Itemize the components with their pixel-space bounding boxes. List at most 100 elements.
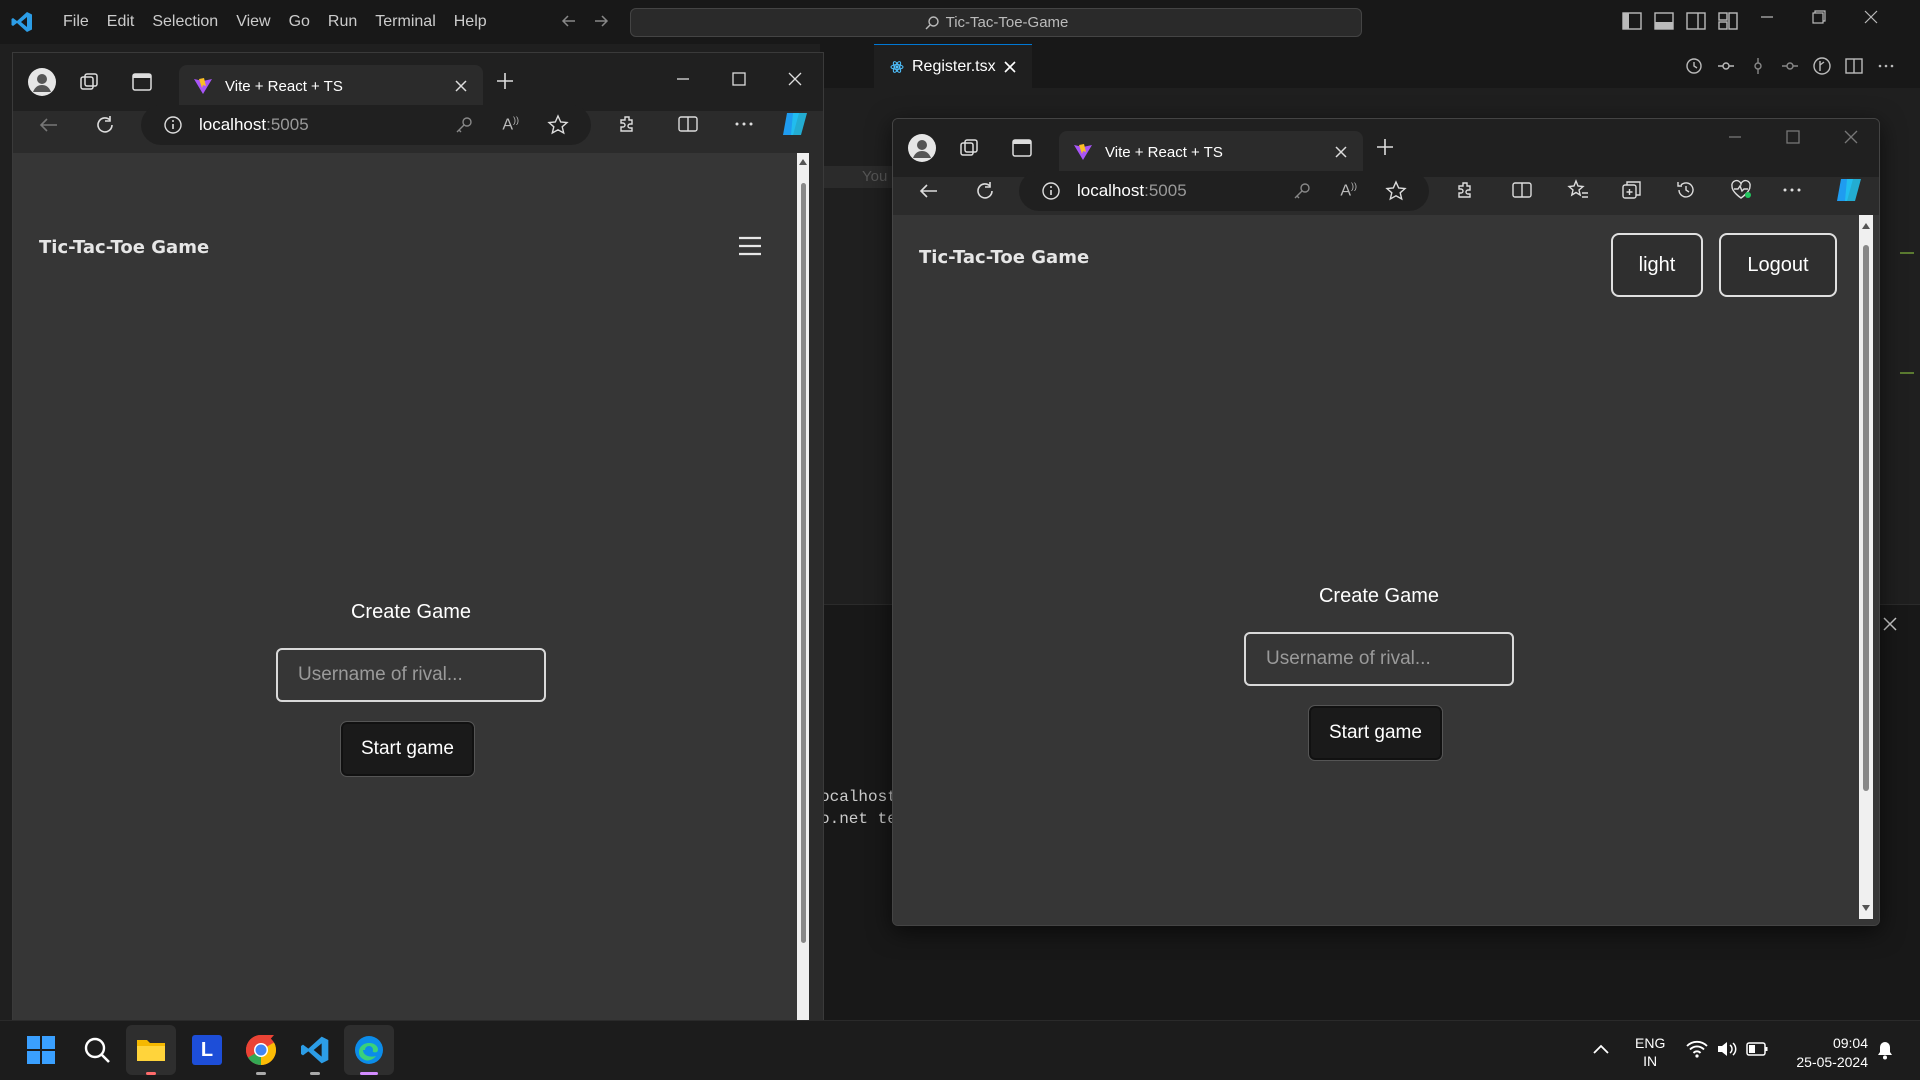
start-game-button[interactable]: Start game xyxy=(1308,705,1443,761)
workspaces-icon[interactable] xyxy=(959,137,981,159)
menu-go[interactable]: Go xyxy=(280,13,319,31)
password-key-icon[interactable] xyxy=(1292,181,1312,201)
back-icon[interactable] xyxy=(37,113,61,137)
maximize-icon[interactable] xyxy=(1785,129,1801,145)
tab-close-icon[interactable] xyxy=(1004,60,1016,73)
restore-icon[interactable] xyxy=(1812,10,1826,24)
scrollbar-thumb[interactable] xyxy=(801,183,806,943)
rival-username-input[interactable] xyxy=(1244,632,1514,686)
minimize-icon[interactable] xyxy=(675,71,691,87)
back-icon[interactable] xyxy=(917,179,941,203)
taskbar-chrome[interactable] xyxy=(236,1025,286,1075)
close-icon[interactable] xyxy=(1864,10,1878,24)
split-editor-icon[interactable] xyxy=(1844,56,1864,76)
menu-view[interactable]: View xyxy=(227,13,279,31)
editor-tab-register[interactable]: Register.tsx xyxy=(874,44,1032,88)
scroll-up-arrow-icon[interactable] xyxy=(798,157,808,167)
toggle-panel-icon[interactable] xyxy=(1654,12,1674,30)
favorite-star-icon[interactable] xyxy=(1385,180,1407,202)
battery-icon[interactable] xyxy=(1746,1042,1768,1056)
search-icon xyxy=(925,15,939,29)
logout-button[interactable]: Logout xyxy=(1719,233,1837,297)
menu-terminal[interactable]: Terminal xyxy=(366,13,444,31)
toggle-secondary-sidebar-icon[interactable] xyxy=(1686,12,1706,30)
wifi-icon[interactable] xyxy=(1686,1040,1708,1058)
workspaces-icon[interactable] xyxy=(79,71,101,93)
menu-selection[interactable]: Selection xyxy=(143,13,227,31)
tab-close-icon[interactable] xyxy=(455,80,467,92)
refresh-icon[interactable] xyxy=(973,179,997,203)
new-tab-icon[interactable] xyxy=(495,71,515,91)
start-game-button[interactable]: Start game xyxy=(340,721,475,777)
split-screen-icon[interactable] xyxy=(677,113,699,135)
menu-run[interactable]: Run xyxy=(319,13,366,31)
close-icon[interactable] xyxy=(1843,129,1859,145)
vite-favicon-icon xyxy=(194,78,212,94)
copilot-icon[interactable] xyxy=(779,109,811,139)
timeline-icon[interactable] xyxy=(1684,56,1704,76)
volume-icon[interactable] xyxy=(1716,1040,1738,1058)
minimize-icon[interactable] xyxy=(1760,10,1774,24)
vertical-tabs-icon[interactable] xyxy=(131,71,153,93)
close-icon[interactable] xyxy=(787,71,803,87)
password-key-icon[interactable] xyxy=(454,115,474,135)
minimize-icon[interactable] xyxy=(1727,129,1743,145)
show-hidden-icons-icon[interactable] xyxy=(1592,1042,1610,1056)
collections-icon[interactable] xyxy=(1621,179,1643,201)
address-bar[interactable]: localhost:5005 A)) xyxy=(1019,171,1429,211)
new-tab-icon[interactable] xyxy=(1375,137,1395,157)
split-screen-icon[interactable] xyxy=(1511,179,1533,201)
customize-layout-icon[interactable] xyxy=(1718,12,1738,30)
refresh-icon[interactable] xyxy=(93,113,117,137)
browser-essentials-icon[interactable] xyxy=(1729,179,1753,201)
scroll-down-arrow-icon[interactable] xyxy=(1861,903,1871,913)
back-arrow-icon[interactable] xyxy=(560,12,578,30)
browser-tab-active[interactable]: Vite + React + TS xyxy=(1059,131,1363,173)
system-clock[interactable]: 09:04 25-05-2024 xyxy=(1780,1034,1868,1072)
language-indicator[interactable]: ENG IN xyxy=(1635,1034,1665,1070)
site-info-icon[interactable] xyxy=(1041,181,1061,201)
site-info-icon[interactable] xyxy=(163,115,183,135)
notification-bell-icon[interactable] xyxy=(1876,1040,1894,1060)
tab-close-icon[interactable] xyxy=(1335,146,1347,158)
more-actions-icon[interactable] xyxy=(1876,56,1896,76)
git-graph-icon[interactable] xyxy=(1812,56,1832,76)
extensions-icon[interactable] xyxy=(1455,179,1477,201)
history-icon[interactable] xyxy=(1675,179,1697,201)
menu-edit[interactable]: Edit xyxy=(98,13,144,31)
hamburger-menu-icon[interactable] xyxy=(737,235,763,257)
extensions-icon[interactable] xyxy=(617,113,639,135)
taskbar-edge[interactable] xyxy=(344,1025,394,1075)
menu-file[interactable]: File xyxy=(54,13,98,31)
panel-close-icon[interactable] xyxy=(1882,616,1898,632)
profile-icon[interactable] xyxy=(27,67,57,97)
favorite-star-icon[interactable] xyxy=(547,114,569,136)
favorites-icon[interactable] xyxy=(1567,179,1589,201)
settings-more-icon[interactable] xyxy=(733,113,755,135)
taskbar-vscode[interactable] xyxy=(290,1025,340,1075)
address-bar[interactable]: localhost:5005 A)) xyxy=(141,105,591,145)
scrollbar-thumb[interactable] xyxy=(1863,245,1869,791)
scroll-up-arrow-icon[interactable] xyxy=(1861,221,1871,231)
read-aloud-icon[interactable]: A)) xyxy=(1340,181,1357,200)
profile-icon[interactable] xyxy=(907,133,937,163)
previous-change-icon[interactable] xyxy=(1748,56,1768,76)
forward-arrow-icon[interactable] xyxy=(592,12,610,30)
taskbar-search-button[interactable] xyxy=(72,1025,122,1075)
vertical-tabs-icon[interactable] xyxy=(1011,137,1033,159)
settings-more-icon[interactable] xyxy=(1781,179,1803,201)
command-center[interactable]: Tic-Tac-Toe-Game xyxy=(630,8,1362,37)
browser-tab-active[interactable]: Vite + React + TS xyxy=(179,65,483,107)
copilot-icon[interactable] xyxy=(1833,175,1865,205)
maximize-icon[interactable] xyxy=(731,71,747,87)
open-changes-icon[interactable] xyxy=(1716,56,1736,76)
taskbar-file-explorer[interactable] xyxy=(126,1025,176,1075)
toggle-sidebar-icon[interactable] xyxy=(1622,12,1642,30)
next-change-icon[interactable] xyxy=(1780,56,1800,76)
taskbar-l-app[interactable]: L xyxy=(182,1025,232,1075)
menu-help[interactable]: Help xyxy=(445,13,496,31)
rival-username-input[interactable] xyxy=(276,648,546,702)
taskbar-start-button[interactable] xyxy=(16,1025,66,1075)
read-aloud-icon[interactable]: A)) xyxy=(502,115,519,134)
theme-toggle-button[interactable]: light xyxy=(1611,233,1703,297)
